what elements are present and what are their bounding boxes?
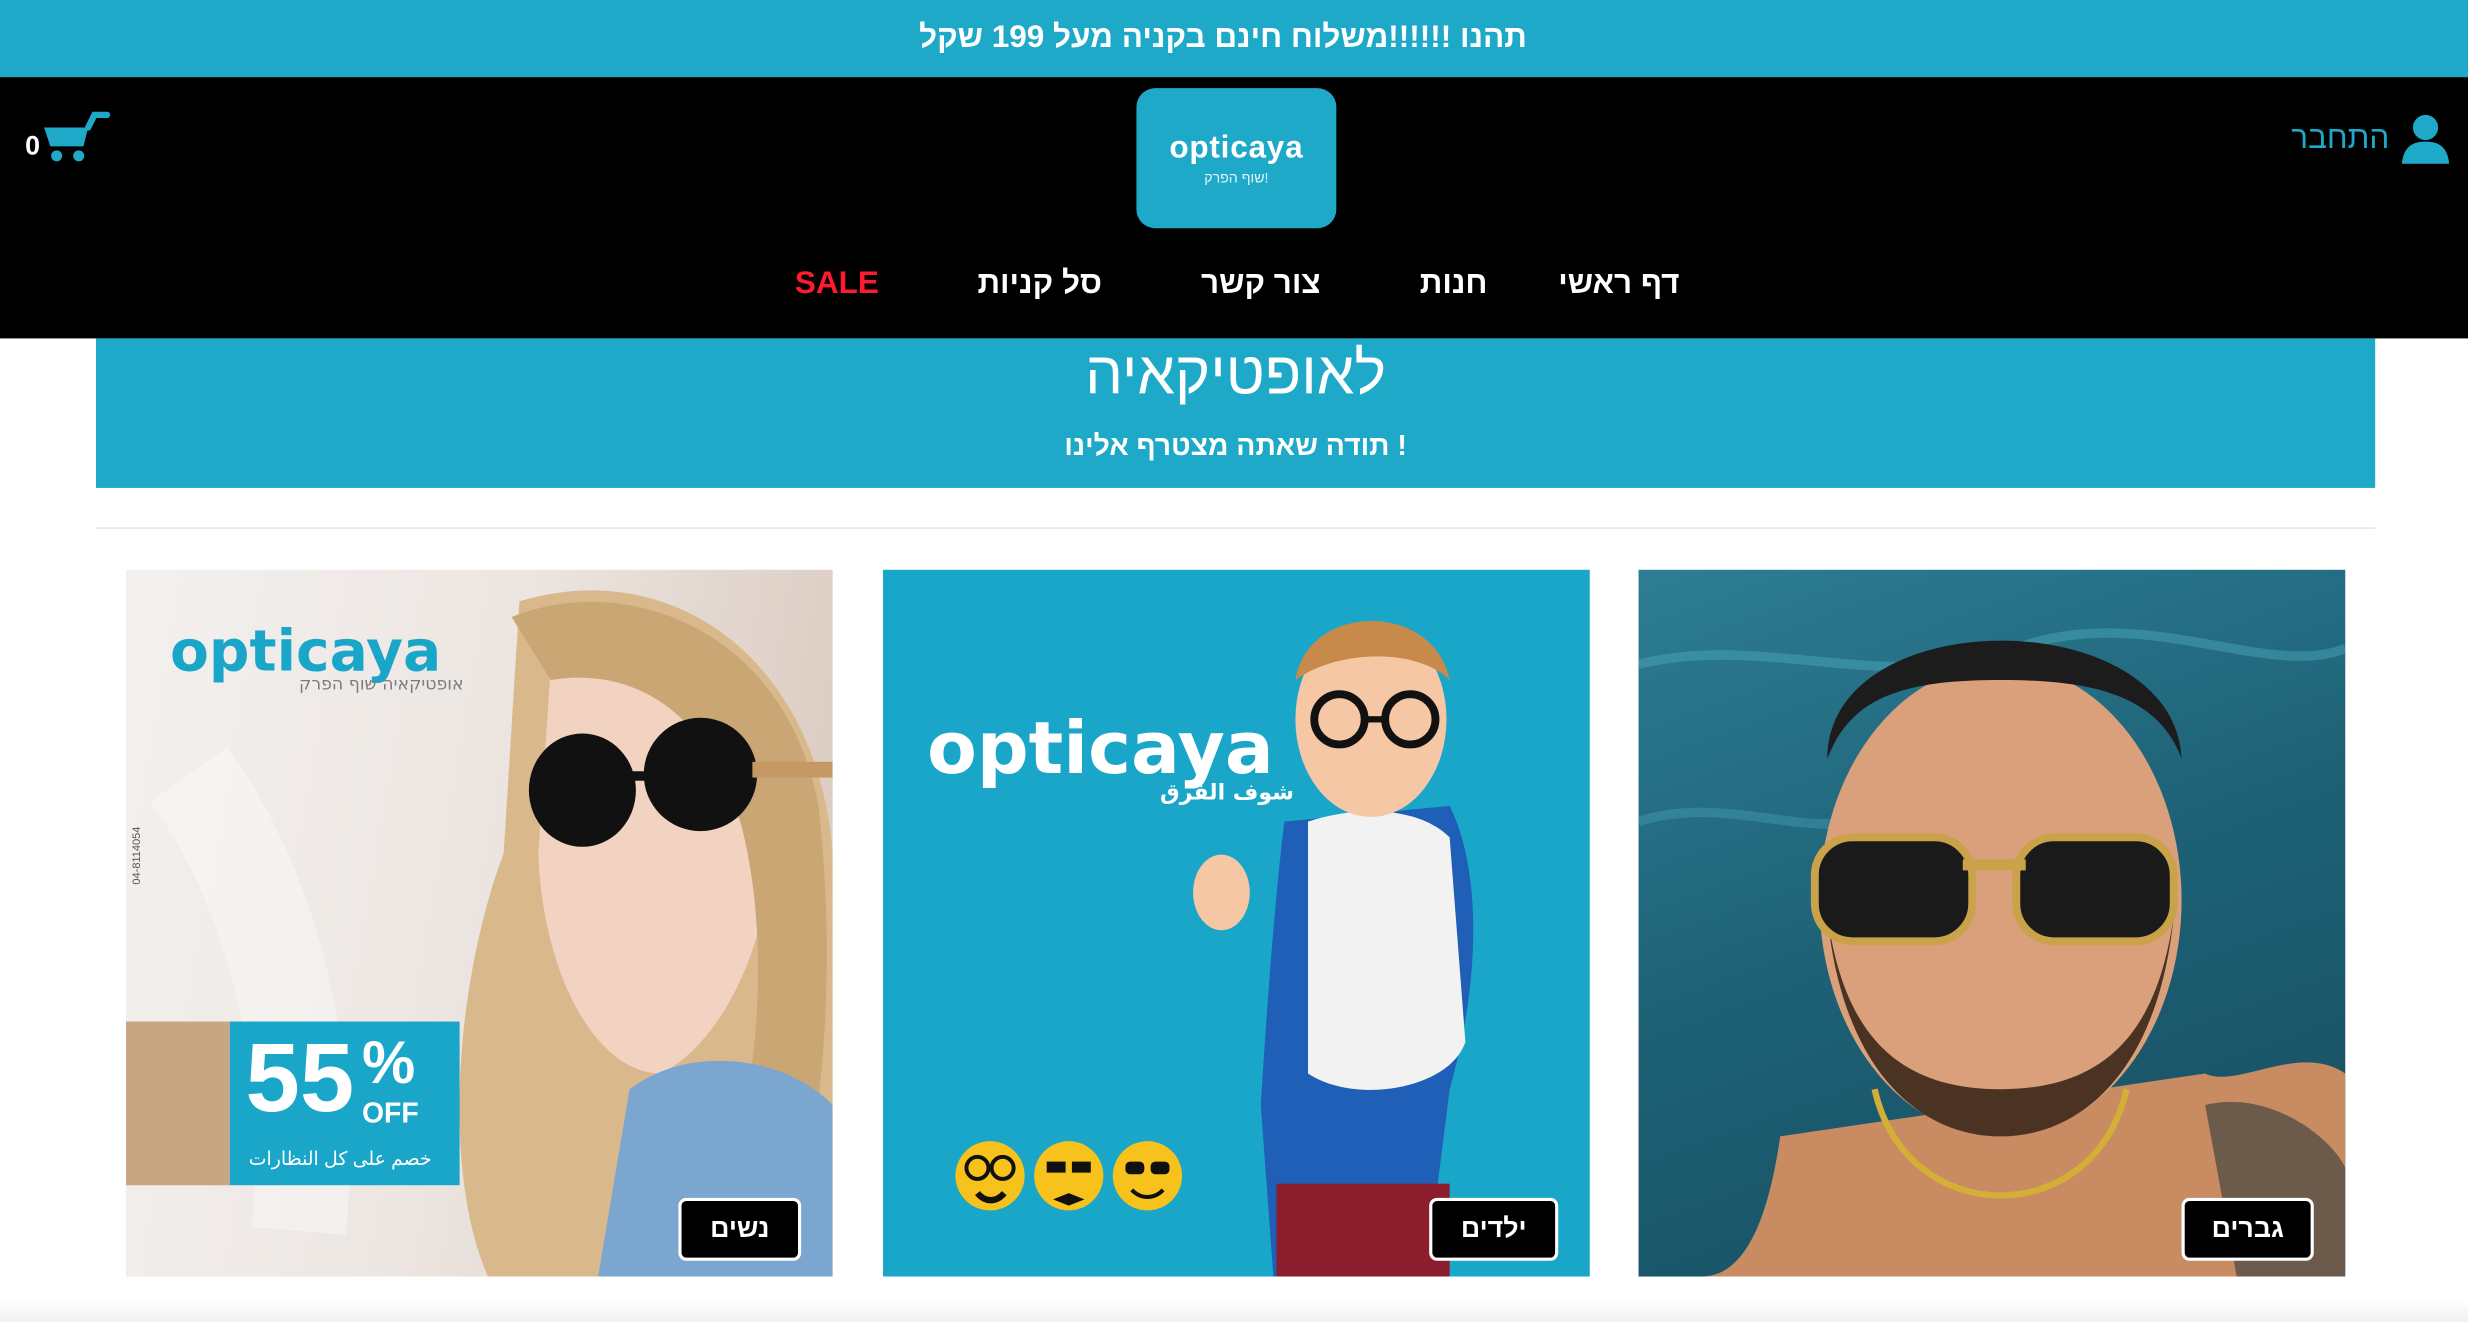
user-icon [2401, 114, 2450, 164]
promo-subtitle: خصم على كل النظارات [248, 1147, 432, 1170]
category-card-kids[interactable]: opticaya شوف الفرق ילדים [883, 569, 1590, 1277]
kids-brand: opticaya [927, 705, 1274, 791]
women-brand-tag: אופטיקאיה שוף הפרק [299, 673, 464, 695]
women-phone: 04-8114054 [132, 826, 144, 885]
login-link[interactable]: התחבר [2291, 112, 2452, 166]
promo-percent: % [362, 1030, 416, 1098]
promo-left-block [125, 1021, 230, 1186]
promo-off: OFF [362, 1097, 419, 1129]
main-nav: דף ראשי חנות צור קשר סל קניות SALE [0, 266, 2468, 313]
logo-wordmark: opticaya [1169, 129, 1304, 165]
announcement-text: תהנו !!!!!!משלוח חינם בקניה מעל 199 שקל [919, 20, 1527, 56]
section-divider [96, 527, 2376, 529]
welcome-banner: לאופטיקאיה תודה שאתה מצטרף אלינו ! [96, 338, 2376, 488]
category-card-men[interactable]: גברים [1638, 569, 2346, 1277]
welcome-subtitle: תודה שאתה מצטרף אלינו ! [1064, 429, 1407, 462]
cart-icon [44, 111, 111, 162]
page: תהנו !!!!!!משלוח חינם בקניה מעל 199 שקל … [0, 0, 2468, 1322]
site-header: 0 opticaya שוף הפרק! התחבר דף ראשי חנות … [0, 77, 2468, 339]
cart-button[interactable]: 0 [22, 109, 111, 172]
footer-edge [0, 1300, 2468, 1322]
welcome-title: לאופטיקאיה [1085, 341, 1387, 408]
viewport: תהנו !!!!!!משלוח חינם בקניה מעל 199 שקל … [0, 0, 2468, 1322]
promo-number: 55 [245, 1024, 355, 1134]
kids-brand-tag: شوف الفرق [1160, 780, 1294, 806]
site-logo[interactable]: opticaya שוף הפרק! [1136, 88, 1337, 229]
kids-button[interactable]: ילדים [1429, 1197, 1559, 1261]
login-label: התחבר [2291, 120, 2390, 156]
nav-sale[interactable]: SALE [795, 266, 879, 302]
logo-tagline: שוף הפרק! [1204, 169, 1269, 185]
nav-home[interactable]: דף ראשי [1558, 266, 1679, 302]
nav-store[interactable]: חנות [1420, 266, 1488, 302]
announcement-bar: תהנו !!!!!!משלוח חינם בקניה מעל 199 שקל [0, 0, 2468, 78]
cart-count: 0 [25, 130, 41, 161]
men-photo [1638, 628, 2346, 1277]
nav-cart[interactable]: סל קניות [977, 266, 1101, 302]
promo-badge: 55 % OFF خصم على كل النظارات [125, 1021, 460, 1186]
women-button[interactable]: נשים [678, 1197, 802, 1261]
nav-contact[interactable]: צור קשר [1201, 266, 1321, 302]
kids-photo [955, 620, 1474, 1277]
men-button[interactable]: גברים [2181, 1197, 2314, 1261]
category-card-women[interactable]: opticaya אופטיקאיה שוף הפרק 04-8114054 5… [125, 569, 833, 1277]
